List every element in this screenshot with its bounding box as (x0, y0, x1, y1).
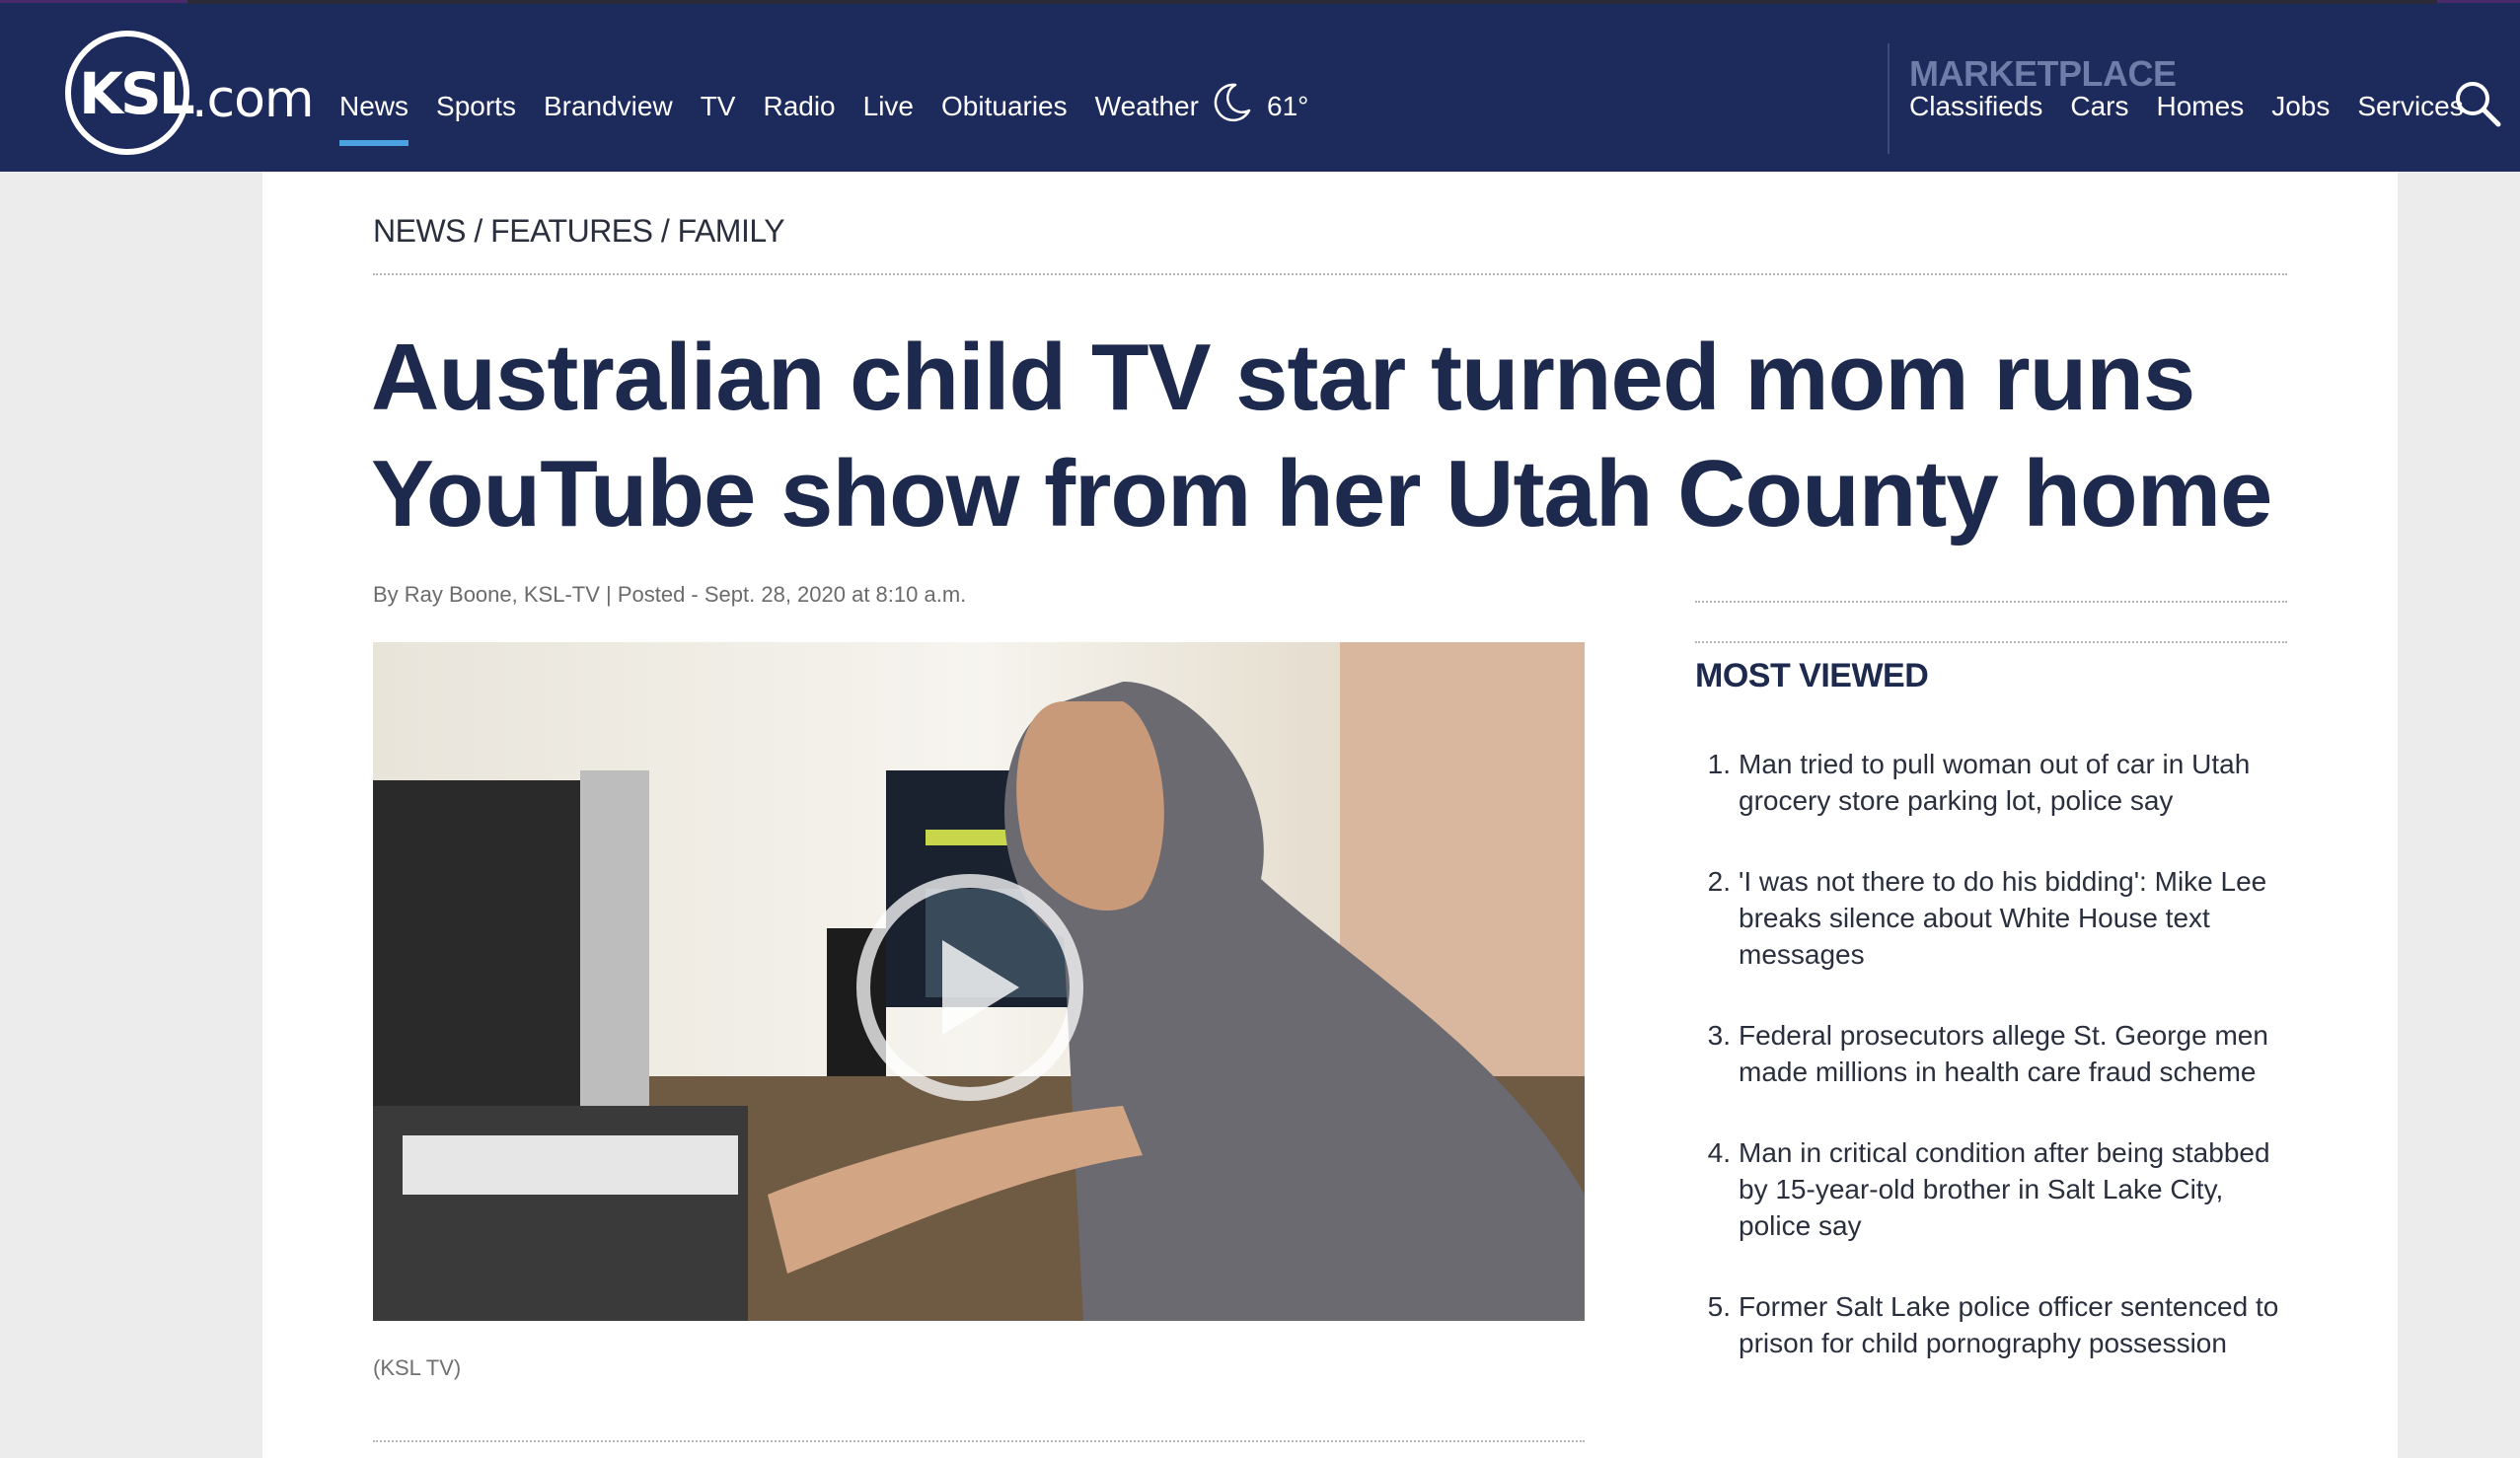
nav-item-live[interactable]: Live (850, 91, 927, 140)
list-item-link[interactable]: 'I was not there to do his bidding': Mik… (1739, 863, 2299, 973)
market-item-jobs[interactable]: Jobs (2271, 91, 2357, 122)
list-item-link[interactable]: Man tried to pull woman out of car in Ut… (1739, 746, 2299, 819)
main-nav: News Sports Brandview TV Radio Live Obit… (339, 91, 1213, 146)
breadcrumb[interactable]: NEWS / FEATURES / FAMILY (373, 213, 785, 250)
list-item[interactable]: 5. Former Salt Lake police officer sente… (1695, 1288, 2299, 1361)
list-item-number: 4. (1707, 1137, 1731, 1168)
nav-item-sports[interactable]: Sports (422, 91, 530, 140)
list-item-link[interactable]: Man in critical condition after being st… (1739, 1134, 2299, 1244)
most-viewed-list: 1. Man tried to pull woman out of car in… (1695, 746, 2299, 1406)
nav-item-weather[interactable]: Weather (1081, 91, 1213, 140)
market-item-homes[interactable]: Homes (2157, 91, 2272, 122)
video-player[interactable] (373, 642, 1585, 1321)
nav-item-tv[interactable]: TV (687, 91, 750, 140)
list-item-number: 1. (1707, 749, 1731, 779)
weather-widget[interactable]: 61° (1210, 81, 1308, 140)
nav-item-news[interactable]: News (339, 91, 422, 146)
nav-item-brandview[interactable]: Brandview (530, 91, 687, 140)
moon-icon (1214, 83, 1251, 122)
list-item[interactable]: 3. Federal prosecutors allege St. George… (1695, 1017, 2299, 1090)
sidebar-divider-top (1695, 601, 2287, 603)
nav-item-obituaries[interactable]: Obituaries (927, 91, 1081, 140)
market-item-classifieds[interactable]: Classifieds (1909, 91, 2070, 122)
sidebar-divider-2 (1695, 641, 2287, 643)
list-item[interactable]: 1. Man tried to pull woman out of car in… (1695, 746, 2299, 819)
list-item-link[interactable]: Former Salt Lake police officer sentence… (1739, 1288, 2299, 1361)
market-item-cars[interactable]: Cars (2070, 91, 2156, 122)
headline-line-1: Australian child TV star turned mom runs (371, 325, 2195, 430)
list-item[interactable]: 4. Man in critical condition after being… (1695, 1134, 2299, 1244)
byline: By Ray Boone, KSL-TV | Posted - Sept. 28… (373, 582, 967, 607)
article-page: NEWS / FEATURES / FAMILY Australian chil… (262, 172, 2398, 1458)
marketplace-nav: Classifieds Cars Homes Jobs Services (1909, 91, 2491, 122)
temperature: 61° (1267, 91, 1309, 121)
list-item[interactable]: 2. 'I was not there to do his bidding': … (1695, 863, 2299, 973)
logo-text: KSL (79, 60, 195, 127)
breadcrumb-divider (373, 273, 2287, 275)
nav-item-radio[interactable]: Radio (749, 91, 849, 140)
page-title: Australian child TV star turned mom runs… (371, 320, 2305, 552)
video-caption: (KSL TV) (373, 1355, 462, 1380)
header-divider (1888, 43, 1890, 154)
top-inner-bar (187, 0, 2437, 4)
search-icon[interactable] (2453, 79, 2502, 128)
list-item-number: 5. (1707, 1291, 1731, 1322)
top-strip (0, 0, 2520, 16)
most-viewed-title: MOST VIEWED (1695, 657, 1929, 694)
play-icon[interactable] (852, 869, 1088, 1106)
ksl-logo[interactable]: KSL .com (65, 31, 315, 155)
list-item-number: 3. (1707, 1020, 1731, 1051)
logo-suffix: .com (191, 70, 315, 129)
list-item-number: 2. (1707, 866, 1731, 897)
list-item-link[interactable]: Federal prosecutors allege St. George me… (1739, 1017, 2299, 1090)
caption-divider (373, 1440, 1585, 1442)
marketplace-title[interactable]: MARKETPLACE (1909, 53, 2177, 95)
headline-line-2: YouTube show from her Utah County home (371, 441, 2272, 547)
site-header: KSL .com News Sports Brandview TV Radio … (0, 16, 2520, 172)
